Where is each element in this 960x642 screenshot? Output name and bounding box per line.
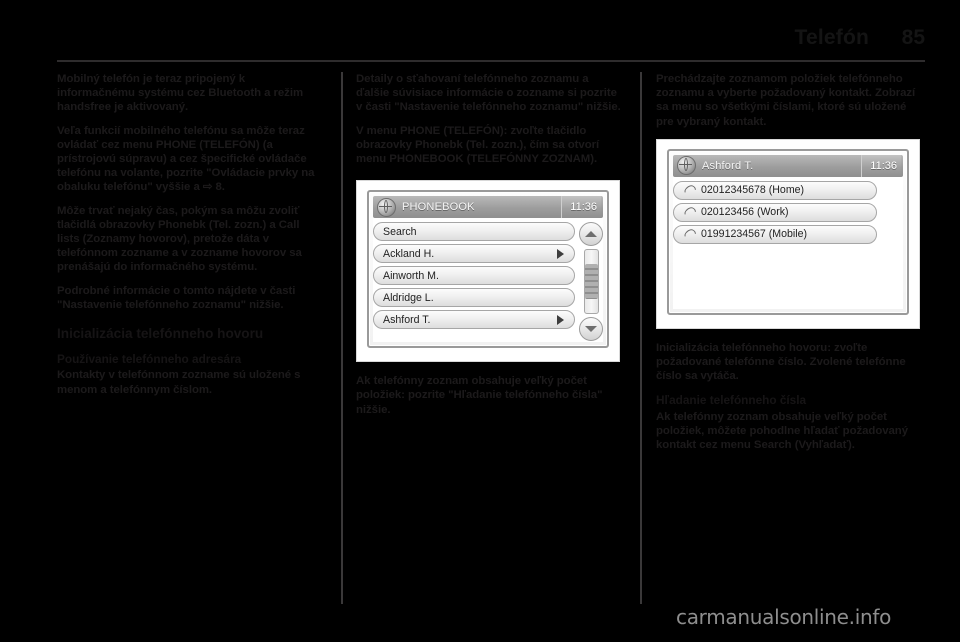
footer-watermark: carmanualsonline.info xyxy=(676,605,892,629)
chevron-down-icon xyxy=(585,326,597,333)
column-2: Detaily o sťahovaní telefónneho zoznamu … xyxy=(356,72,624,608)
content-columns: Mobilný telefón je teraz pripojený k inf… xyxy=(0,72,960,612)
sub-heading: Používanie telefónneho adresára xyxy=(57,352,242,367)
chevron-right-icon xyxy=(557,314,564,325)
paragraph: Veľa funkcií mobilného telefónu sa môže … xyxy=(57,124,315,194)
list-item[interactable]: Search xyxy=(373,222,575,242)
device-clock: 11:36 xyxy=(561,196,601,219)
chevron-right-icon xyxy=(557,248,564,259)
paragraph: V menu PHONE (TELEFÓN): zvoľte tlačidlo … xyxy=(356,124,600,166)
list-item-label: 01991234567 (Mobile) xyxy=(701,228,808,241)
list-item-label: Search xyxy=(383,225,417,238)
device-screen-title: Ashford T. xyxy=(702,159,754,172)
page-header: Telefón 85 xyxy=(57,18,925,48)
device-body: 02012345678 (Home) 020123456 (Work) 0199… xyxy=(673,176,903,309)
globe-icon xyxy=(377,197,396,217)
list-item-label: Aldridge L. xyxy=(383,291,434,304)
globe-icon xyxy=(677,156,696,176)
scroll-track[interactable] xyxy=(583,249,599,315)
scroll-down-button[interactable] xyxy=(579,317,603,342)
infotainment-device: PHONEBOOK 11:36 Search Ackland H. Ainwor… xyxy=(367,190,609,349)
list-item[interactable]: Aldridge L. xyxy=(373,288,575,308)
device-clock: 11:36 xyxy=(861,154,901,177)
chevron-up-icon xyxy=(585,231,597,238)
paragraph: Prechádzajte zoznamom položiek telefónne… xyxy=(656,73,916,128)
scrollbar[interactable] xyxy=(579,222,603,342)
phone-handset-icon xyxy=(683,228,696,241)
scroll-up-button[interactable] xyxy=(579,222,603,247)
page-number: 85 xyxy=(901,26,925,49)
list-item-label: Ainworth M. xyxy=(383,269,439,282)
figure-contact-numbers-screen: Ashford T. 11:36 02012345678 (Home) 0201… xyxy=(656,138,920,329)
list-item-label: 020123456 (Work) xyxy=(701,206,789,219)
column-1: Mobilný telefón je teraz pripojený k inf… xyxy=(57,72,325,608)
header-divider-rule xyxy=(57,60,925,62)
paragraph: Ak telefónny zoznam obsahuje veľký počet… xyxy=(356,375,603,416)
list-item[interactable]: Ackland H. xyxy=(373,244,575,264)
paragraph: Ak telefónny zoznam obsahuje veľký počet… xyxy=(656,410,908,452)
paragraph: Podrobné informácie o tomto nájdete v ča… xyxy=(57,284,296,311)
column-3: Prechádzajte zoznamom položiek telefónne… xyxy=(656,72,924,608)
paragraph: Inicializácia telefónneho hovoru: zvoľte… xyxy=(656,341,906,383)
paragraph: Kontakty v telefónnom zozname sú uložené… xyxy=(57,369,301,396)
paragraph: Detaily o sťahovaní telefónneho zoznamu … xyxy=(356,73,621,114)
list-item-label: 02012345678 (Home) xyxy=(701,184,805,197)
device-titlebar: Ashford T. 11:36 xyxy=(673,154,903,177)
sub-heading: Hľadanie telefónneho čísla xyxy=(656,393,807,408)
column-divider-2 xyxy=(640,72,642,604)
scroll-thumb[interactable] xyxy=(584,264,598,300)
list-item[interactable]: 02012345678 (Home) xyxy=(673,180,877,200)
list-item[interactable]: 01991234567 (Mobile) xyxy=(673,224,877,244)
phone-handset-icon xyxy=(683,184,696,197)
device-body: Search Ackland H. Ainworth M. Aldridge L… xyxy=(373,218,603,343)
manual-page: Telefón 85 Mobilný telefón je teraz prip… xyxy=(0,0,960,642)
list-item-label: Ashford T. xyxy=(383,313,431,326)
paragraph: Môže trvať nejaký čas, pokým sa môžu zvo… xyxy=(57,204,302,274)
phone-handset-icon xyxy=(683,206,696,219)
list-item-label: Ackland H. xyxy=(383,247,435,260)
section-heading: Inicializácia telefónneho hovoru xyxy=(57,326,264,342)
paragraph: Mobilný telefón je teraz pripojený k inf… xyxy=(57,73,304,114)
column-divider-1 xyxy=(341,72,343,604)
infotainment-device: Ashford T. 11:36 02012345678 (Home) 0201… xyxy=(667,148,909,315)
device-titlebar: PHONEBOOK 11:36 xyxy=(373,196,603,219)
figure-phonebook-screen: PHONEBOOK 11:36 Search Ackland H. Ainwor… xyxy=(356,180,620,363)
list-item[interactable]: Ashford T. xyxy=(373,310,575,330)
device-screen-title: PHONEBOOK xyxy=(402,201,475,214)
contact-numbers-list: 02012345678 (Home) 020123456 (Work) 0199… xyxy=(673,180,903,309)
page-title: Telefón xyxy=(794,26,869,49)
list-item[interactable]: Ainworth M. xyxy=(373,266,575,286)
list-item[interactable]: 020123456 (Work) xyxy=(673,202,877,222)
phonebook-list: Search Ackland H. Ainworth M. Aldridge L… xyxy=(373,222,575,342)
